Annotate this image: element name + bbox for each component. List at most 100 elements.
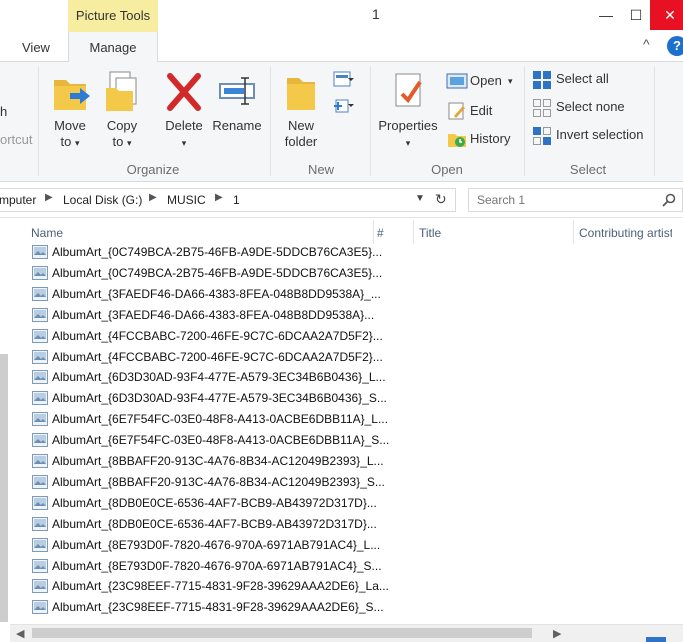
edit-button[interactable]: Edit — [446, 100, 522, 122]
list-item[interactable]: AlbumArt_{8E793D0F-7820-4676-970A-6971AB… — [10, 535, 683, 556]
image-file-icon — [32, 558, 48, 573]
list-item[interactable]: AlbumArt_{0C749BCA-2B75-46FB-A9DE-5DDCB7… — [10, 242, 683, 263]
move-to-icon — [54, 80, 90, 110]
tab-manage[interactable]: Manage — [68, 30, 158, 63]
list-item[interactable]: AlbumArt_{6E7F54FC-03E0-48F8-A413-0ACBE6… — [10, 409, 683, 430]
chevron-down-icon: ▾ — [508, 76, 513, 86]
tab-view[interactable]: View — [22, 30, 50, 62]
file-name: AlbumArt_{6E7F54FC-03E0-48F8-A413-0ACBE6… — [52, 433, 390, 448]
list-item[interactable]: AlbumArt_{8BBAFF20-913C-4A76-8B34-AC1204… — [10, 472, 683, 493]
history-icon — [448, 134, 466, 147]
rename-icon — [219, 77, 255, 105]
list-item[interactable]: AlbumArt_{4FCCBABC-7200-46FE-9C7C-6DCAA2… — [10, 347, 683, 368]
new-folder-icon — [287, 78, 315, 110]
rename-button[interactable]: Rename — [210, 68, 264, 134]
image-file-icon — [32, 537, 48, 552]
vertical-scrollbar[interactable] — [672, 218, 683, 624]
organize-group-label: Organize — [126, 162, 180, 177]
delete-button[interactable]: Delete ▾ — [162, 68, 206, 151]
chevron-down-icon: ▾ — [405, 138, 411, 148]
list-item[interactable]: AlbumArt_{0C749BCA-2B75-46FB-A9DE-5DDCB7… — [10, 263, 683, 284]
column-divider[interactable] — [573, 220, 574, 244]
help-icon[interactable]: ? — [667, 36, 683, 56]
select-none-button[interactable]: Select none — [532, 96, 652, 118]
list-item[interactable]: AlbumArt_{8BBAFF20-913C-4A76-8B34-AC1204… — [10, 451, 683, 472]
column-divider[interactable] — [413, 220, 414, 244]
image-file-icon — [32, 495, 48, 510]
easy-access-button[interactable] — [332, 94, 366, 116]
edit-label: Edit — [470, 103, 493, 118]
column-header-title[interactable]: Title — [419, 226, 441, 240]
move-to-label-line2: to — [60, 134, 72, 149]
file-name: AlbumArt_{8E793D0F-7820-4676-970A-6971AB… — [52, 537, 381, 552]
column-header-contributing-artist[interactable]: Contributing artist — [579, 226, 673, 240]
view-toggle-indicator[interactable] — [646, 637, 666, 642]
new-folder-button[interactable]: New folder — [278, 68, 324, 150]
copy-to-label: Copy — [106, 118, 138, 133]
partial-ribbon-label-shortcut: ortcut — [0, 132, 33, 147]
search-icon[interactable] — [661, 192, 677, 208]
scroll-left-icon[interactable]: ◀ — [16, 627, 24, 640]
invert-selection-icon — [533, 127, 551, 145]
column-divider[interactable] — [373, 220, 374, 244]
file-name: AlbumArt_{6E7F54FC-03E0-48F8-A413-0ACBE6… — [52, 412, 388, 427]
list-item[interactable]: AlbumArt_{4FCCBABC-7200-46FE-9C7C-6DCAA2… — [10, 326, 683, 347]
list-item[interactable]: AlbumArt_{8DB0E0CE-6536-4AF7-BCB9-AB4397… — [10, 514, 683, 535]
invert-selection-button[interactable]: Invert selection — [532, 124, 652, 146]
chevron-right-icon[interactable]: ▶ — [45, 192, 53, 203]
refresh-icon[interactable]: ↻ — [435, 191, 447, 208]
column-header-name[interactable]: Name — [31, 226, 63, 240]
list-item[interactable]: AlbumArt_{8E793D0F-7820-4676-970A-6971AB… — [10, 556, 683, 577]
file-name: AlbumArt_{23C98EEF-7715-4831-9F28-39629A… — [52, 600, 384, 615]
breadcrumb-computer[interactable]: mputer — [0, 193, 36, 207]
select-all-button[interactable]: Select all — [532, 68, 652, 90]
new-group-label: New — [307, 162, 334, 177]
collapse-ribbon-icon[interactable]: ^ — [643, 36, 650, 52]
list-item[interactable]: AlbumArt_{6E7F54FC-03E0-48F8-A413-0ACBE6… — [10, 430, 683, 451]
list-item[interactable]: AlbumArt_{6D3D30AD-93F4-477E-A579-3EC34B… — [10, 367, 683, 388]
list-item[interactable]: AlbumArt_{3FAEDF46-DA66-4383-8FEA-048B8D… — [10, 284, 683, 305]
image-file-icon — [32, 579, 48, 594]
new-folder-label-line2: folder — [284, 134, 318, 149]
chevron-right-icon[interactable]: ▶ — [149, 192, 157, 203]
close-button[interactable]: ✕ — [650, 0, 683, 30]
new-item-button[interactable] — [332, 68, 366, 90]
list-item[interactable]: AlbumArt_{23C98EEF-7715-4831-9F28-39629A… — [10, 597, 683, 618]
new-folder-label: New — [287, 118, 314, 133]
breadcrumb-music[interactable]: MUSIC — [167, 193, 206, 207]
horizontal-scroll-thumb[interactable] — [32, 628, 532, 638]
delete-icon — [167, 73, 201, 111]
list-item[interactable]: AlbumArt_{8DB0E0CE-6536-4AF7-BCB9-AB4397… — [10, 493, 683, 514]
window-title: 1 — [372, 6, 380, 22]
search-input[interactable] — [477, 189, 657, 211]
list-item[interactable]: AlbumArt_{23C98EEF-7715-4831-9F28-39629A… — [10, 576, 683, 597]
address-bar[interactable]: mputer ▶ Local Disk (G:) ▶ MUSIC ▶ 1 ▼ ↻ — [0, 188, 456, 212]
search-box[interactable] — [468, 188, 683, 212]
column-header-number[interactable]: # — [377, 226, 384, 240]
breadcrumb-local-disk[interactable]: Local Disk (G:) — [63, 193, 142, 207]
edit-icon — [448, 102, 465, 120]
nav-pane-scrollbar[interactable] — [0, 354, 8, 622]
image-file-icon — [32, 474, 48, 489]
list-item[interactable]: AlbumArt_{6D3D30AD-93F4-477E-A579-3EC34B… — [10, 388, 683, 409]
move-to-button[interactable]: Move to ▾ — [48, 68, 92, 151]
file-name: AlbumArt_{6D3D30AD-93F4-477E-A579-3EC34B… — [52, 391, 387, 406]
scroll-right-icon[interactable]: ▶ — [553, 627, 561, 640]
history-button[interactable]: History — [446, 128, 522, 150]
breadcrumb-1[interactable]: 1 — [233, 193, 240, 207]
open-button[interactable]: Open ▾ — [446, 70, 522, 92]
list-item[interactable]: AlbumArt_{3FAEDF46-DA66-4383-8FEA-048B8D… — [10, 305, 683, 326]
image-file-icon — [32, 307, 48, 322]
ribbon-separator — [270, 66, 271, 176]
horizontal-scrollbar[interactable]: ◀ ▶ — [10, 624, 683, 642]
properties-button[interactable]: Properties ▾ — [376, 68, 440, 151]
ribbon-separator — [524, 66, 525, 176]
copy-to-icon — [106, 71, 137, 111]
select-none-label: Select none — [556, 99, 625, 114]
chevron-down-icon[interactable]: ▼ — [415, 193, 433, 204]
copy-to-button[interactable]: Copy to ▾ — [100, 68, 144, 151]
invert-selection-label: Invert selection — [556, 127, 644, 142]
rename-label: Rename — [212, 118, 262, 133]
file-name: AlbumArt_{8DB0E0CE-6536-4AF7-BCB9-AB4397… — [52, 495, 377, 510]
chevron-right-icon[interactable]: ▶ — [215, 192, 223, 203]
